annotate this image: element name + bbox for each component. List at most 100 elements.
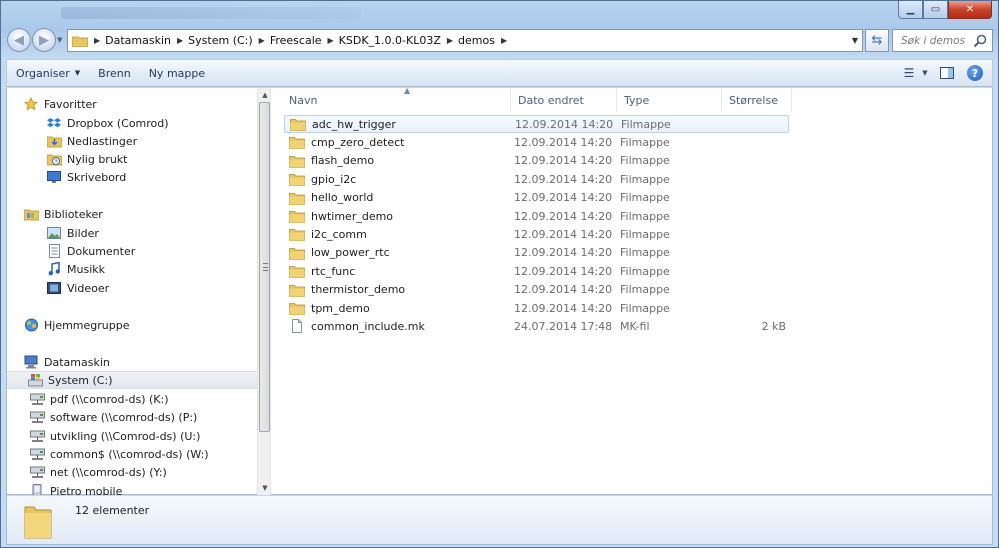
preview-pane-button[interactable] [936,63,958,83]
nav-drive-u-label: utvikling (\\Comrod-ds) (U:) [50,429,201,443]
help-button[interactable]: ? [964,63,986,83]
homegroup-icon [23,317,39,333]
file-row[interactable]: hello_world 12.09.2014 14:20 Filmappe [284,189,789,207]
burn-button[interactable]: Brenn [89,60,140,86]
minimize-icon: ▁ [906,4,915,15]
maximize-icon: ▭ [930,4,941,15]
desktop-icon [46,169,62,185]
minimize-button[interactable]: ▁ [898,1,923,19]
nav-drive-k[interactable]: pdf (\\comrod-ds) (K:) [29,390,169,408]
breadcrumb-ksdk[interactable]: KSDK_1.0.0-KL03Z [339,34,441,47]
file-type: Filmappe [620,209,670,223]
column-header-name[interactable]: Navn ▲ [282,86,511,112]
nav-drive-p[interactable]: software (\\comrod-ds) (P:) [29,408,197,426]
nav-desktop-label: Skrivebord [67,170,127,184]
file-row[interactable]: rtc_func 12.09.2014 14:20 Filmappe [284,262,789,280]
scroll-down-icon[interactable]: ▼ [258,481,270,495]
nav-recent[interactable]: Nylig brukt [46,150,128,168]
breadcrumb-separator-icon[interactable]: ▶ [447,36,453,45]
breadcrumb-separator-icon[interactable]: ▶ [328,36,334,45]
new-folder-button[interactable]: Ny mappe [140,60,214,86]
file-name-text: gpio_i2c [311,172,357,186]
scrollbar-thumb[interactable] [259,102,270,432]
search-icon [973,34,987,47]
file-row[interactable]: i2c_comm 12.09.2014 14:20 Filmappe [284,225,789,243]
breadcrumb-separator-icon[interactable]: ▶ [177,36,183,45]
nav-homegroup[interactable]: Hjemmegruppe [23,316,130,334]
nav-videos[interactable]: Videoer [46,279,109,297]
maximize-button[interactable]: ▭ [923,1,948,19]
column-header-date[interactable]: Dato endret [511,88,617,112]
file-type: Filmappe [620,301,670,315]
nav-drive-u[interactable]: utvikling (\\Comrod-ds) (U:) [29,427,200,445]
file-row[interactable]: adc_hw_trigger 12.09.2014 14:20 Filmappe [284,115,789,133]
title-bar[interactable]: ▁ ▭ ✕ [1,1,998,23]
file-row[interactable]: tpm_demo 12.09.2014 14:20 Filmappe [284,299,789,317]
nav-libraries[interactable]: Biblioteker [23,205,103,223]
nav-music[interactable]: Musikk [46,260,105,278]
file-name-text: tpm_demo [311,301,370,315]
breadcrumb-separator-icon[interactable]: ▶ [501,36,507,45]
nav-libraries-label: Biblioteker [44,207,103,221]
breadcrumb-separator-icon[interactable]: ▶ [94,36,100,45]
nav-pietro-mobile[interactable]: Pietro mobile [29,482,122,495]
nav-drive-w[interactable]: common$ (\\comrod-ds) (W:) [29,445,209,463]
breadcrumb-demos[interactable]: demos [458,34,495,47]
nav-pictures[interactable]: Bilder [46,224,99,242]
file-date: 12.09.2014 14:20 [514,283,613,297]
nav-system-c[interactable]: System (C:) [7,371,257,389]
search-box[interactable]: Søk i demos [892,29,993,52]
view-options-button[interactable]: ☰ [898,63,920,83]
file-row[interactable]: thermistor_demo 12.09.2014 14:20 Filmappe [284,281,789,299]
column-header-type[interactable]: Type [617,88,722,112]
search-input[interactable]: Søk i demos [901,35,972,47]
file-date: 12.09.2014 14:20 [514,301,613,315]
file-row[interactable]: cmp_zero_detect 12.09.2014 14:20 Filmappe [284,133,789,151]
breadcrumb-datamaskin[interactable]: Datamaskin [105,34,171,47]
folder-icon [289,229,305,242]
nav-documents[interactable]: Dokumenter [46,242,135,260]
nav-desktop[interactable]: Skrivebord [46,168,126,186]
sort-ascending-icon: ▲ [404,86,411,95]
network-drive-icon [29,409,45,425]
address-bar[interactable]: ▶ Datamaskin ▶ System (C:) ▶ Freescale ▶… [67,29,863,52]
back-button[interactable]: ◀ [7,28,31,52]
nav-pictures-label: Bilder [67,226,99,240]
breadcrumb-system-c[interactable]: System (C:) [188,34,253,47]
close-button[interactable]: ✕ [948,1,992,19]
nav-dropbox[interactable]: Dropbox (Comrod) [46,114,169,132]
file-row[interactable]: gpio_i2c 12.09.2014 14:20 Filmappe [284,170,789,188]
file-name: gpio_i2c [289,172,357,187]
breadcrumb-freescale[interactable]: Freescale [270,34,322,47]
nav-scrollbar[interactable]: ▲ ▼ [257,88,270,495]
file-row[interactable]: common_include.mk 24.07.2014 17:48 MK-fil 2… [284,317,789,335]
nav-videos-label: Videoer [67,281,110,295]
file-type: Filmappe [620,283,670,297]
nav-downloads-label: Nedlastinger [67,134,138,148]
nav-computer[interactable]: Datamaskin [23,353,110,371]
address-dropdown-icon[interactable]: ▼ [852,36,858,45]
view-dropdown-icon[interactable]: ▼ [920,63,930,83]
item-count: 12 elementer [75,504,150,517]
recent-pages-dropdown-icon[interactable]: ▼ [57,36,62,44]
window-title-blurred [61,7,361,19]
forward-button[interactable]: ▶ [32,28,56,52]
nav-drive-w-label: common$ (\\comrod-ds) (W:) [50,447,209,461]
file-date: 12.09.2014 14:20 [514,246,613,260]
file-row[interactable]: hwtimer_demo 12.09.2014 14:20 Filmappe [284,207,789,225]
column-header-size[interactable]: Størrelse [722,88,792,112]
nav-favorites[interactable]: Favoritter [23,95,97,113]
refresh-button[interactable]: ⇆ [865,29,889,52]
organize-button[interactable]: Organiser ▼ [7,60,89,86]
view-details-icon: ☰ [903,66,915,80]
address-row: ◀ ▶ ▼ ▶ Datamaskin ▶ System (C:) ▶ Frees… [1,27,998,55]
main-content: Favoritter Dropbox (Comrod) Nedlastinger… [6,86,993,495]
caption-buttons: ▁ ▭ ✕ [898,1,992,19]
file-row[interactable]: flash_demo 12.09.2014 14:20 Filmappe [284,152,789,170]
scroll-up-icon[interactable]: ▲ [258,88,270,102]
breadcrumb-separator-icon[interactable]: ▶ [259,36,265,45]
nav-downloads[interactable]: Nedlastinger [46,132,137,150]
nav-computer-label: Datamaskin [44,355,110,369]
file-row[interactable]: low_power_rtc 12.09.2014 14:20 Filmappe [284,244,789,262]
nav-drive-y[interactable]: net (\\comrod-ds) (Y:) [29,463,167,481]
